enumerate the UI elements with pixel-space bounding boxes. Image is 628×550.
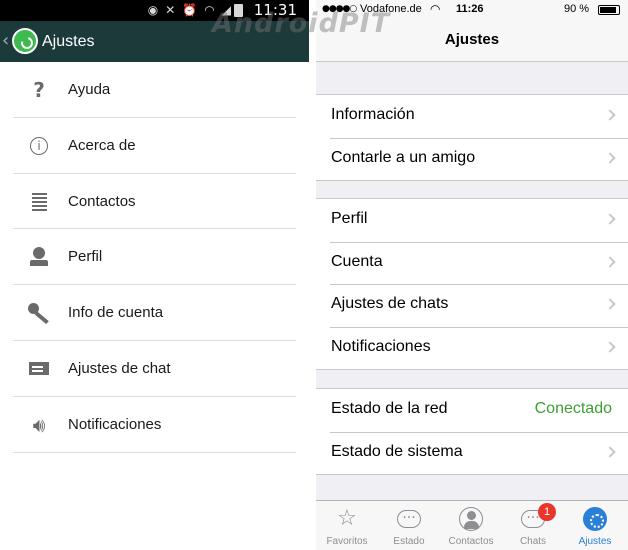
wifi-icon: ◠ bbox=[430, 2, 441, 16]
settings-row-label: Ajustes de chats bbox=[331, 295, 449, 312]
chevron-right-icon bbox=[604, 109, 616, 121]
network-status-value: Conectado bbox=[534, 400, 612, 417]
settings-item-contactos[interactable]: Contactos bbox=[13, 174, 296, 230]
settings-row-perfil[interactable]: Perfil bbox=[316, 199, 628, 242]
settings-item-ajustes-de-chat[interactable]: Ajustes de chat bbox=[13, 341, 296, 397]
settings-item-notificaciones[interactable]: 🔊︎ Notificaciones bbox=[13, 397, 296, 453]
chevron-right-icon bbox=[604, 213, 616, 225]
ios-screen: ●●●●○ Vodafone.de ◠ 11:26 90 % Ajustes I… bbox=[316, 0, 628, 550]
tab-estado[interactable]: Estado bbox=[378, 501, 440, 550]
tab-ajustes[interactable]: Ajustes bbox=[564, 501, 626, 550]
contacts-icon bbox=[32, 192, 47, 211]
battery-percentage: 90 % bbox=[564, 3, 590, 15]
ios-clock: 11:26 bbox=[456, 3, 484, 15]
contacts-person-icon bbox=[459, 507, 483, 531]
settings-item-label: Contactos bbox=[68, 192, 136, 210]
page-title: Ajustes bbox=[42, 33, 95, 50]
settings-item-label: Info de cuenta bbox=[68, 304, 164, 322]
settings-group-account: Perfil Cuenta Ajustes de chats Notificac… bbox=[316, 198, 628, 370]
settings-item-label: Acerca de bbox=[68, 136, 136, 154]
battery-icon bbox=[598, 5, 620, 15]
settings-row-label: Información bbox=[331, 106, 415, 123]
status-bubble-icon bbox=[397, 506, 421, 530]
chevron-right-icon bbox=[604, 340, 616, 353]
settings-row-cuenta[interactable]: Cuenta bbox=[316, 241, 628, 285]
settings-item-ayuda[interactable]: ? Ayuda bbox=[13, 62, 296, 118]
settings-item-label: Notificaciones bbox=[68, 415, 162, 433]
unread-badge: 1 bbox=[538, 503, 556, 521]
eye-icon: ◉ bbox=[147, 3, 159, 17]
tab-label: Estado bbox=[393, 536, 425, 547]
settings-item-acerca-de[interactable]: i Acerca de bbox=[13, 118, 296, 174]
ios-tab-bar: ☆ Favoritos Estado Contactos 1 Chats Aju… bbox=[316, 500, 628, 550]
settings-item-label: Ayuda bbox=[68, 81, 111, 98]
settings-group-status: Estado de la red Conectado Estado de sis… bbox=[316, 388, 628, 475]
settings-row-label: Contarle a un amigo bbox=[331, 148, 476, 166]
chevron-right-icon bbox=[604, 151, 616, 164]
mute-icon: ✕ bbox=[165, 3, 176, 17]
speaker-icon: 🔊︎ bbox=[32, 412, 46, 437]
settings-row-label: Notificaciones bbox=[331, 337, 431, 355]
star-icon: ☆ bbox=[337, 506, 357, 531]
tab-label: Contactos bbox=[448, 536, 494, 547]
settings-item-info-de-cuenta[interactable]: Info de cuenta bbox=[13, 285, 296, 341]
key-icon bbox=[27, 301, 51, 325]
settings-gear-icon bbox=[583, 507, 607, 531]
settings-row-ajustes-de-chats[interactable]: Ajustes de chats bbox=[316, 284, 628, 327]
settings-group-info: Información Contarle a un amigo bbox=[316, 94, 628, 181]
tab-contactos[interactable]: Contactos bbox=[440, 501, 502, 550]
settings-item-label: Ajustes de chat bbox=[68, 359, 171, 377]
settings-row-estado-de-la-red[interactable]: Estado de la red Conectado bbox=[316, 389, 628, 432]
whatsapp-logo-icon[interactable] bbox=[12, 28, 38, 54]
tab-label: Chats bbox=[519, 536, 547, 547]
chat-settings-icon bbox=[29, 361, 49, 375]
chevron-right-icon bbox=[604, 445, 616, 458]
settings-item-label: Perfil bbox=[68, 248, 103, 266]
tab-label: Favoritos bbox=[326, 536, 368, 547]
alarm-icon: ⏰ bbox=[182, 3, 198, 17]
settings-row-estado-de-sistema[interactable]: Estado de sistema bbox=[316, 431, 628, 475]
settings-row-label: Estado de la red bbox=[331, 400, 448, 417]
tab-label: Ajustes bbox=[578, 536, 612, 547]
watermark-logo: AndroidPIT bbox=[212, 8, 391, 39]
settings-row-label: Perfil bbox=[331, 210, 368, 227]
settings-row-label: Estado de sistema bbox=[331, 442, 463, 460]
settings-row-notificaciones[interactable]: Notificaciones bbox=[316, 326, 628, 370]
profile-icon bbox=[27, 245, 51, 269]
help-icon: ? bbox=[33, 78, 45, 102]
chevron-right-icon bbox=[604, 255, 616, 268]
android-settings-list: ? Ayuda i Acerca de Contactos Perfil Inf… bbox=[13, 62, 296, 453]
settings-row-label: Cuenta bbox=[331, 252, 383, 270]
tab-chats[interactable]: 1 Chats bbox=[502, 501, 564, 550]
screen-divider bbox=[309, 0, 316, 550]
settings-row-informacion[interactable]: Información bbox=[316, 95, 628, 138]
android-screen: ◉ ✕ ⏰ ◠ ◢ 11:31 ‹ Ajustes ? Ayuda i Acer… bbox=[0, 0, 309, 550]
chevron-right-icon bbox=[604, 298, 616, 310]
settings-row-contarle-a-un-amigo[interactable]: Contarle a un amigo bbox=[316, 137, 628, 181]
tab-favoritos[interactable]: ☆ Favoritos bbox=[316, 501, 378, 550]
settings-item-perfil[interactable]: Perfil bbox=[13, 229, 296, 286]
back-chevron-icon[interactable]: ‹ bbox=[2, 30, 9, 51]
info-icon: i bbox=[30, 136, 48, 155]
